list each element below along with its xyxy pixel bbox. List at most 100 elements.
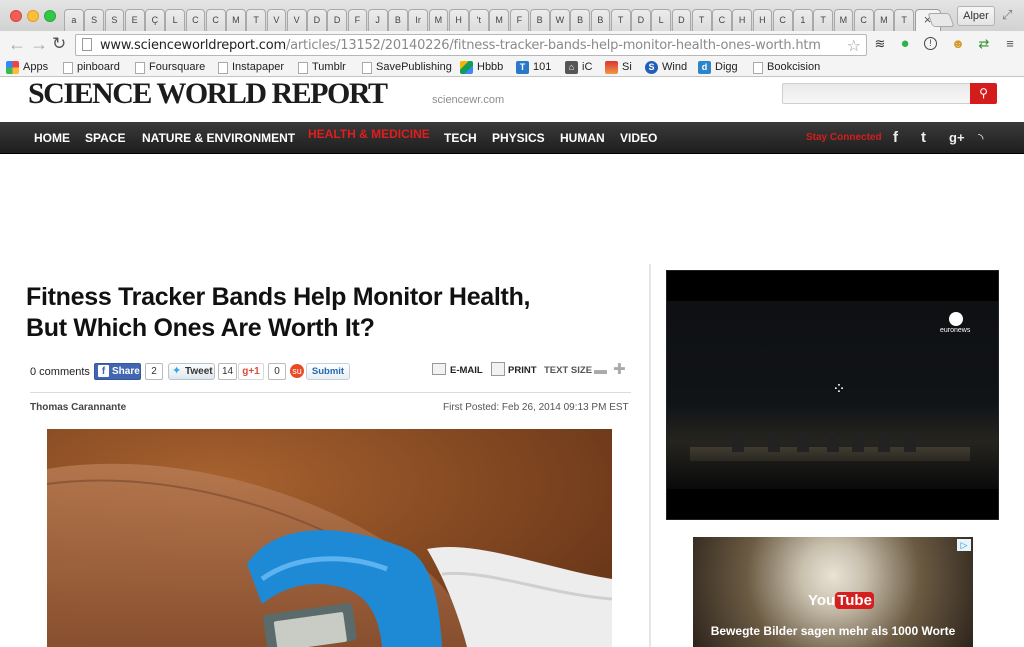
browser-tab[interactable]: a	[64, 9, 84, 31]
browser-tab[interactable]: L	[165, 9, 185, 31]
nav-health-medicine[interactable]: HEALTH & MEDICINE	[308, 118, 430, 150]
sync-extension-icon[interactable]: ⇄	[977, 37, 991, 51]
browser-tab[interactable]: J	[367, 9, 388, 31]
browser-tab[interactable]: H	[448, 9, 469, 31]
fullscreen-icon[interactable]: ⤢	[1002, 8, 1016, 22]
browser-tab[interactable]: 1	[793, 9, 813, 31]
browser-tab[interactable]: F	[509, 9, 530, 31]
evernote-extension-icon[interactable]: ●	[898, 36, 912, 51]
browser-tab[interactable]: D	[631, 9, 651, 31]
bookmark-bookcision[interactable]: Bookcision	[753, 60, 820, 75]
browser-tab[interactable]: C	[712, 9, 732, 31]
bookmark-wind[interactable]: S Wind	[645, 60, 687, 75]
youtube-ad[interactable]: ▷ You Tube Bewegte Bilder sagen mehr als …	[693, 537, 973, 647]
browser-tab[interactable]: S	[104, 9, 125, 31]
browser-tab[interactable]: V	[266, 9, 287, 31]
browser-tab[interactable]: E	[124, 9, 145, 31]
new-tab-button[interactable]	[927, 13, 955, 27]
rss-icon[interactable]: ◝	[978, 122, 983, 154]
window-close-button[interactable]	[10, 10, 22, 22]
browser-tab[interactable]: H	[752, 9, 773, 31]
print-link[interactable]: PRINT	[508, 365, 537, 376]
text-size-decrease-icon[interactable]: ▬	[594, 363, 607, 376]
email-icon[interactable]	[432, 363, 446, 375]
window-minimize-button[interactable]	[27, 10, 39, 22]
bookmark-star-icon[interactable]: ☆	[847, 36, 861, 56]
nav-video[interactable]: VIDEO	[620, 122, 657, 154]
address-bar[interactable]: www.scienceworldreport.com/articles/1315…	[75, 34, 867, 56]
nav-home[interactable]: HOME	[34, 122, 70, 154]
facebook-share-button[interactable]: f Share	[94, 363, 141, 380]
back-arrow-icon[interactable]: ←	[8, 35, 26, 53]
url-text[interactable]: www.scienceworldreport.com/articles/1315…	[100, 38, 821, 53]
tweet-button[interactable]: ✦ Tweet	[168, 363, 215, 380]
browser-tab[interactable]: C	[205, 9, 226, 31]
browser-tab[interactable]: C	[185, 9, 206, 31]
google-plus-one-button[interactable]: g+1	[238, 363, 264, 380]
nav-physics[interactable]: PHYSICS	[492, 122, 545, 154]
browser-tab[interactable]: Ir	[408, 9, 428, 31]
buffer-extension-icon[interactable]: ≋	[873, 37, 887, 51]
text-size-increase-icon[interactable]: ✚	[613, 362, 626, 377]
browser-tab[interactable]: B	[529, 9, 550, 31]
bookmark-101[interactable]: T 101	[516, 60, 551, 75]
browser-tab[interactable]: 't	[469, 9, 489, 31]
site-search-button[interactable]: ⚲	[970, 83, 997, 104]
bookmark-tumblr[interactable]: Tumblr	[298, 60, 346, 75]
bookmark-ic[interactable]: ⌂ iC	[565, 60, 592, 75]
browser-tab[interactable]: B	[590, 9, 611, 31]
browser-tab[interactable]: T	[246, 9, 266, 31]
browser-tab[interactable]: D	[671, 9, 692, 31]
browser-tab[interactable]: M	[874, 9, 894, 31]
bookmark-digg[interactable]: d Digg	[698, 60, 738, 75]
facebook-icon[interactable]: f	[893, 122, 898, 154]
browser-tab[interactable]: M	[833, 9, 854, 31]
browser-tab[interactable]: M	[226, 9, 246, 31]
browser-tab[interactable]: B	[570, 9, 590, 31]
stumbleupon-icon[interactable]: su	[290, 364, 304, 378]
bookmark-savepublishing[interactable]: SavePublishing	[362, 60, 452, 75]
bookmark-foursquare[interactable]: Foursquare	[135, 60, 205, 75]
browser-tab[interactable]: H	[732, 9, 752, 31]
browser-tab[interactable]: S	[84, 9, 104, 31]
bookmark-instapaper[interactable]: Instapaper	[218, 60, 284, 75]
browser-tab[interactable]: V	[286, 9, 307, 31]
browser-tab[interactable]: F	[347, 9, 368, 31]
info-extension-icon[interactable]: !	[924, 37, 937, 50]
email-link[interactable]: E-MAIL	[450, 365, 483, 376]
browser-tab[interactable]: L	[651, 9, 671, 31]
author-name[interactable]: Thomas Carannante	[30, 402, 126, 413]
nav-space[interactable]: SPACE	[85, 122, 125, 154]
ghostery-extension-icon[interactable]: ☻	[951, 37, 965, 51]
browser-tab[interactable]: D	[307, 9, 327, 31]
window-maximize-button[interactable]	[44, 10, 56, 22]
twitter-icon[interactable]: t	[921, 122, 926, 154]
nav-tech[interactable]: TECH	[444, 122, 477, 154]
bookmark-apps[interactable]: Apps	[6, 60, 48, 75]
browser-tab[interactable]: M	[489, 9, 509, 31]
menu-icon[interactable]: ≡	[1003, 37, 1017, 51]
browser-tab[interactable]: T	[894, 9, 914, 31]
browser-tab[interactable]: W	[550, 9, 570, 31]
print-icon[interactable]	[491, 362, 505, 376]
nav-nature-environment[interactable]: NATURE & ENVIRONMENT	[142, 122, 295, 154]
bookmark-hbbb[interactable]: Hbbb	[460, 60, 503, 75]
bookmark-si[interactable]: Si	[605, 60, 632, 75]
site-logo[interactable]: SCIENCE WORLD REPORT	[28, 77, 388, 111]
reload-icon[interactable]: ↻	[52, 35, 66, 53]
browser-tab[interactable]: M	[428, 9, 449, 31]
browser-tab[interactable]: T	[691, 9, 712, 31]
nav-human[interactable]: HUMAN	[560, 122, 605, 154]
google-plus-icon[interactable]: g+	[949, 122, 965, 154]
adchoices-icon[interactable]: ▷	[957, 539, 971, 551]
site-search-input[interactable]	[782, 83, 972, 104]
browser-tab[interactable]: T	[610, 9, 631, 31]
forward-arrow-icon[interactable]: →	[30, 35, 48, 53]
profile-button[interactable]: Alper	[957, 6, 995, 26]
browser-tab[interactable]: B	[388, 9, 408, 31]
comments-link[interactable]: 0 comments	[30, 366, 90, 378]
browser-tab[interactable]: C	[853, 9, 874, 31]
bookmark-pinboard[interactable]: pinboard	[63, 60, 120, 75]
browser-tab[interactable]: Ç	[145, 9, 165, 31]
browser-tab[interactable]: T	[813, 9, 833, 31]
